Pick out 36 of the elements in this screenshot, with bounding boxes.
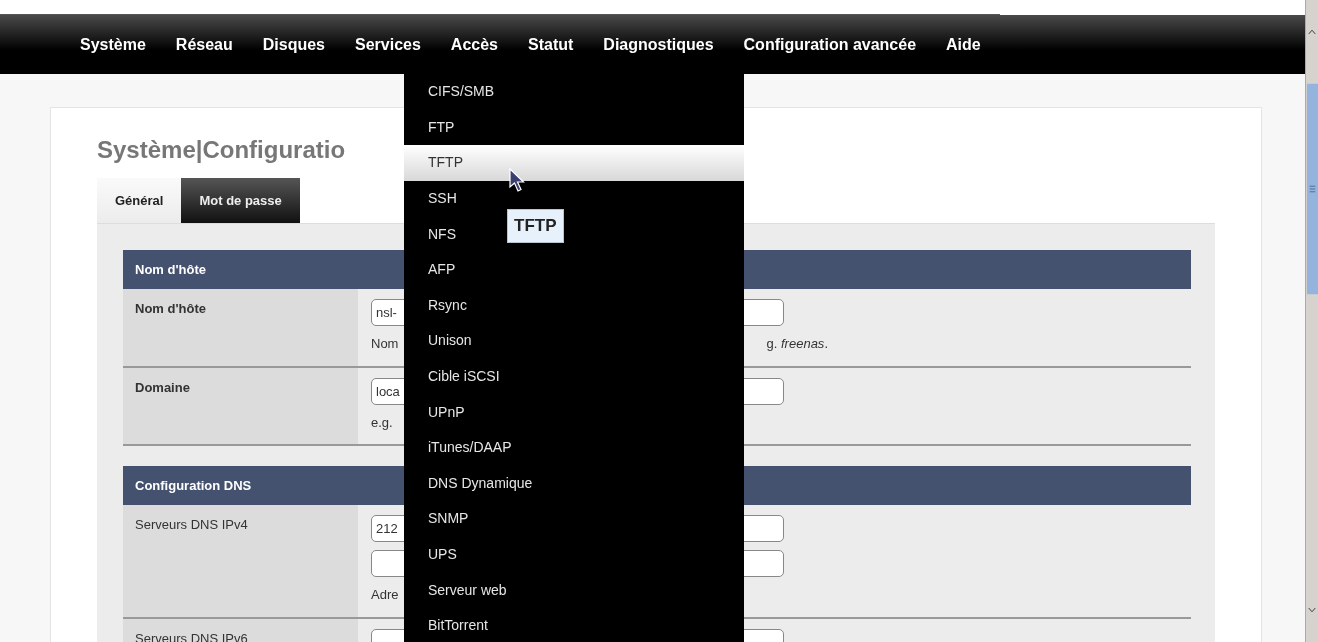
menu-item[interactable]: AFP: [404, 251, 744, 288]
help-text: Adre: [371, 586, 399, 604]
menu-item[interactable]: iTunes/DAAP: [404, 429, 744, 466]
menu-item[interactable]: Serveur web: [404, 572, 744, 608]
menu-item[interactable]: FTP: [404, 109, 744, 146]
nav-menu-item[interactable]: Réseau: [165, 32, 243, 57]
menu-item[interactable]: Unison: [404, 323, 744, 359]
nav-menu-item[interactable]: Configuration avancée: [733, 32, 927, 57]
nav-menu-item[interactable]: Disques: [252, 32, 335, 57]
help-text: Nom: [371, 335, 399, 353]
scroll-bar[interactable]: [1305, 0, 1318, 642]
nav-menu-item[interactable]: Diagnostiques: [593, 32, 724, 57]
tab[interactable]: Mot de passe: [181, 178, 300, 223]
menu-item[interactable]: BitTorrent: [404, 607, 744, 642]
help-text: g. freenas.: [766, 335, 828, 353]
field-label: Nom d'hôte: [123, 289, 358, 366]
menu-item[interactable]: UPS: [404, 536, 744, 573]
menu-item[interactable]: CIFS/SMB: [404, 74, 744, 110]
nav-menu-item[interactable]: Statut: [518, 32, 584, 57]
menu-item[interactable]: Cible iSCSI: [404, 358, 744, 395]
page-title: Système|Configuratio: [97, 135, 346, 165]
cursor-icon: [509, 168, 525, 192]
field-label: Domaine: [123, 367, 358, 444]
nav-menu-item[interactable]: Aide: [936, 32, 991, 57]
help-text: e.g.: [371, 413, 393, 432]
menu-item[interactable]: TFTP: [404, 145, 744, 181]
field-label: Serveurs DNS IPv4: [123, 505, 358, 617]
menu-item[interactable]: DNS Dynamique: [404, 465, 744, 502]
nav-menu-item[interactable]: Accès: [440, 32, 508, 57]
tooltip: TFTP: [507, 209, 564, 243]
nav-menu-item[interactable]: Services: [345, 32, 431, 57]
nav-menu-item[interactable]: Système: [70, 32, 156, 57]
menu-item[interactable]: UPnP: [404, 394, 744, 430]
field-label: Serveurs DNS IPv6: [123, 618, 358, 642]
menu-item[interactable]: Rsync: [404, 287, 744, 324]
tab[interactable]: Général: [97, 178, 182, 223]
